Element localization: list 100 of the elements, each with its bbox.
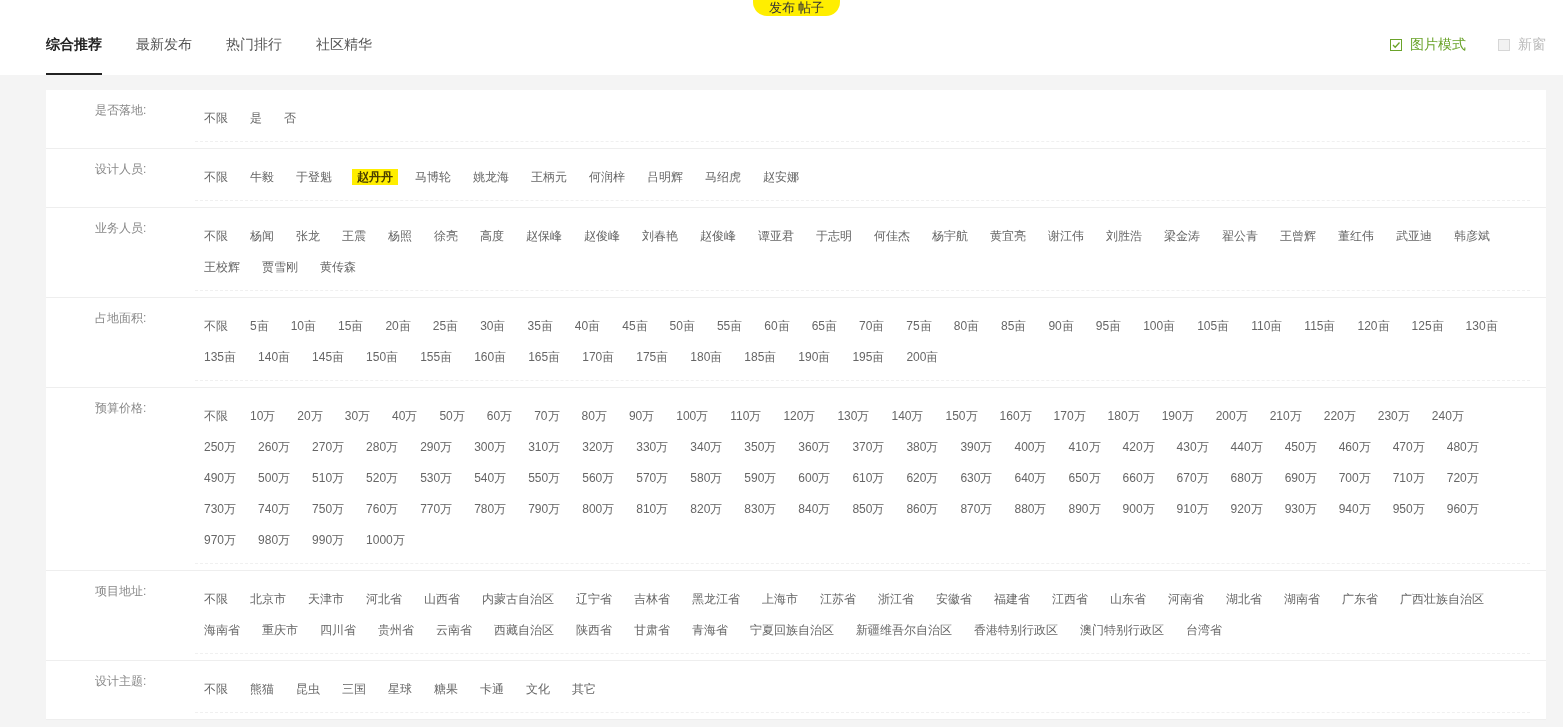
filter-option[interactable]: 190亩 <box>798 349 831 365</box>
filter-option[interactable]: 290万 <box>420 439 453 455</box>
filter-option[interactable]: 徐亮 <box>434 228 458 244</box>
filter-option[interactable]: 100万 <box>676 408 709 424</box>
filter-option[interactable]: 155亩 <box>420 349 453 365</box>
filter-option[interactable]: 580万 <box>690 470 723 486</box>
filter-option[interactable]: 梁金涛 <box>1164 228 1200 244</box>
filter-option[interactable]: 490万 <box>204 470 237 486</box>
filter-option[interactable]: 610万 <box>852 470 885 486</box>
filter-option[interactable]: 海南省 <box>204 622 240 638</box>
filter-option[interactable]: 145亩 <box>312 349 345 365</box>
filter-option[interactable]: 340万 <box>690 439 723 455</box>
filter-option[interactable]: 830万 <box>744 501 777 517</box>
filter-option[interactable]: 75亩 <box>906 318 932 334</box>
filter-option[interactable]: 赵俊峰 <box>700 228 736 244</box>
filter-option[interactable]: 990万 <box>312 532 345 548</box>
filter-option[interactable]: 黑龙江省 <box>692 591 740 607</box>
filter-option[interactable]: 谢江伟 <box>1048 228 1084 244</box>
filter-option[interactable]: 740万 <box>258 501 291 517</box>
tab[interactable]: 综合推荐 <box>46 36 102 75</box>
filter-option[interactable]: 宁夏回族自治区 <box>750 622 834 638</box>
filter-option[interactable]: 710万 <box>1392 470 1425 486</box>
filter-option[interactable]: 400万 <box>1014 439 1047 455</box>
filter-option[interactable]: 650万 <box>1068 470 1101 486</box>
filter-option[interactable]: 200万 <box>1215 408 1248 424</box>
filter-option[interactable]: 甘肃省 <box>634 622 670 638</box>
filter-option[interactable]: 台湾省 <box>1186 622 1222 638</box>
filter-option[interactable]: 35亩 <box>527 318 553 334</box>
checkbox[interactable] <box>1390 39 1402 51</box>
filter-option[interactable]: 360万 <box>798 439 831 455</box>
filter-option[interactable]: 70万 <box>534 408 560 424</box>
filter-option[interactable]: 260万 <box>258 439 291 455</box>
filter-option[interactable]: 湖北省 <box>1226 591 1262 607</box>
filter-option[interactable]: 460万 <box>1338 439 1371 455</box>
filter-option[interactable]: 黄传森 <box>320 259 356 275</box>
filter-option[interactable]: 谭亚君 <box>758 228 794 244</box>
filter-option[interactable]: 620万 <box>906 470 939 486</box>
filter-option[interactable]: 张龙 <box>296 228 320 244</box>
filter-option[interactable]: 牛毅 <box>250 169 274 185</box>
tab[interactable]: 最新发布 <box>136 36 192 75</box>
filter-option[interactable]: 510万 <box>312 470 345 486</box>
filter-option[interactable]: 熊猫 <box>250 681 274 697</box>
filter-option[interactable]: 420万 <box>1122 439 1155 455</box>
filter-option[interactable]: 不限 <box>204 318 228 334</box>
filter-option[interactable]: 810万 <box>636 501 669 517</box>
filter-option[interactable]: 125亩 <box>1411 318 1444 334</box>
filter-option[interactable]: 刘春艳 <box>642 228 678 244</box>
filter-option[interactable]: 55亩 <box>716 318 743 334</box>
filter-option[interactable]: 赵保峰 <box>526 228 562 244</box>
filter-option[interactable]: 920万 <box>1230 501 1263 517</box>
filter-option[interactable]: 赵安娜 <box>763 169 799 185</box>
filter-option[interactable]: 640万 <box>1014 470 1047 486</box>
filter-option[interactable]: 辽宁省 <box>576 591 612 607</box>
filter-option[interactable]: 520万 <box>366 470 399 486</box>
filter-option[interactable]: 900万 <box>1122 501 1155 517</box>
filter-option[interactable]: 河北省 <box>366 591 402 607</box>
filter-option[interactable]: 赵俊峰 <box>584 228 620 244</box>
filter-option[interactable]: 20万 <box>297 408 323 424</box>
filter-option[interactable]: 王柄元 <box>531 169 567 185</box>
filter-option[interactable]: 不限 <box>204 408 228 424</box>
filter-option[interactable]: 320万 <box>582 439 615 455</box>
filter-option[interactable]: 40万 <box>392 408 418 424</box>
filter-option[interactable]: 不限 <box>204 591 228 607</box>
filter-option[interactable]: 970万 <box>204 532 237 548</box>
filter-option[interactable]: 山东省 <box>1110 591 1146 607</box>
filter-option[interactable]: 170万 <box>1053 408 1086 424</box>
filter-option[interactable]: 570万 <box>636 470 669 486</box>
filter-option[interactable]: 于登魁 <box>296 169 332 185</box>
filter-option[interactable]: 550万 <box>528 470 561 486</box>
filter-option[interactable]: 四川省 <box>320 622 356 638</box>
tab[interactable]: 社区精华 <box>316 36 372 75</box>
filter-option[interactable]: 840万 <box>798 501 831 517</box>
filter-option[interactable]: 何佳杰 <box>874 228 910 244</box>
filter-option[interactable]: 其它 <box>572 681 596 697</box>
filter-option[interactable]: 杨宇航 <box>932 228 968 244</box>
filter-option[interactable]: 江西省 <box>1052 591 1088 607</box>
filter-option[interactable]: 910万 <box>1176 501 1209 517</box>
filter-option[interactable]: 糖果 <box>434 681 458 697</box>
filter-option[interactable]: 5亩 <box>250 318 269 334</box>
filter-option[interactable]: 165亩 <box>528 349 561 365</box>
filter-option[interactable]: 70亩 <box>859 318 885 334</box>
filter-option[interactable]: 140万 <box>891 408 924 424</box>
filter-option[interactable]: 130亩 <box>1465 318 1498 334</box>
filter-option[interactable]: 940万 <box>1338 501 1371 517</box>
filter-option[interactable]: 390万 <box>960 439 993 455</box>
filter-option[interactable]: 350万 <box>744 439 777 455</box>
filter-option[interactable]: 王校辉 <box>204 259 240 275</box>
filter-option[interactable]: 贾雪刚 <box>262 259 298 275</box>
filter-option[interactable]: 480万 <box>1446 439 1479 455</box>
filter-option[interactable]: 姚龙海 <box>473 169 509 185</box>
filter-option[interactable]: 10万 <box>250 408 276 424</box>
filter-option[interactable]: 广东省 <box>1342 591 1378 607</box>
filter-option[interactable]: 杨闻 <box>250 228 274 244</box>
filter-option[interactable]: 310万 <box>528 439 561 455</box>
filter-option[interactable]: 440万 <box>1230 439 1263 455</box>
filter-option[interactable]: 重庆市 <box>262 622 298 638</box>
filter-option[interactable]: 安徽省 <box>936 591 972 607</box>
filter-option[interactable]: 不限 <box>204 681 228 697</box>
filter-option[interactable]: 180亩 <box>690 349 723 365</box>
filter-option[interactable]: 65亩 <box>811 318 837 334</box>
